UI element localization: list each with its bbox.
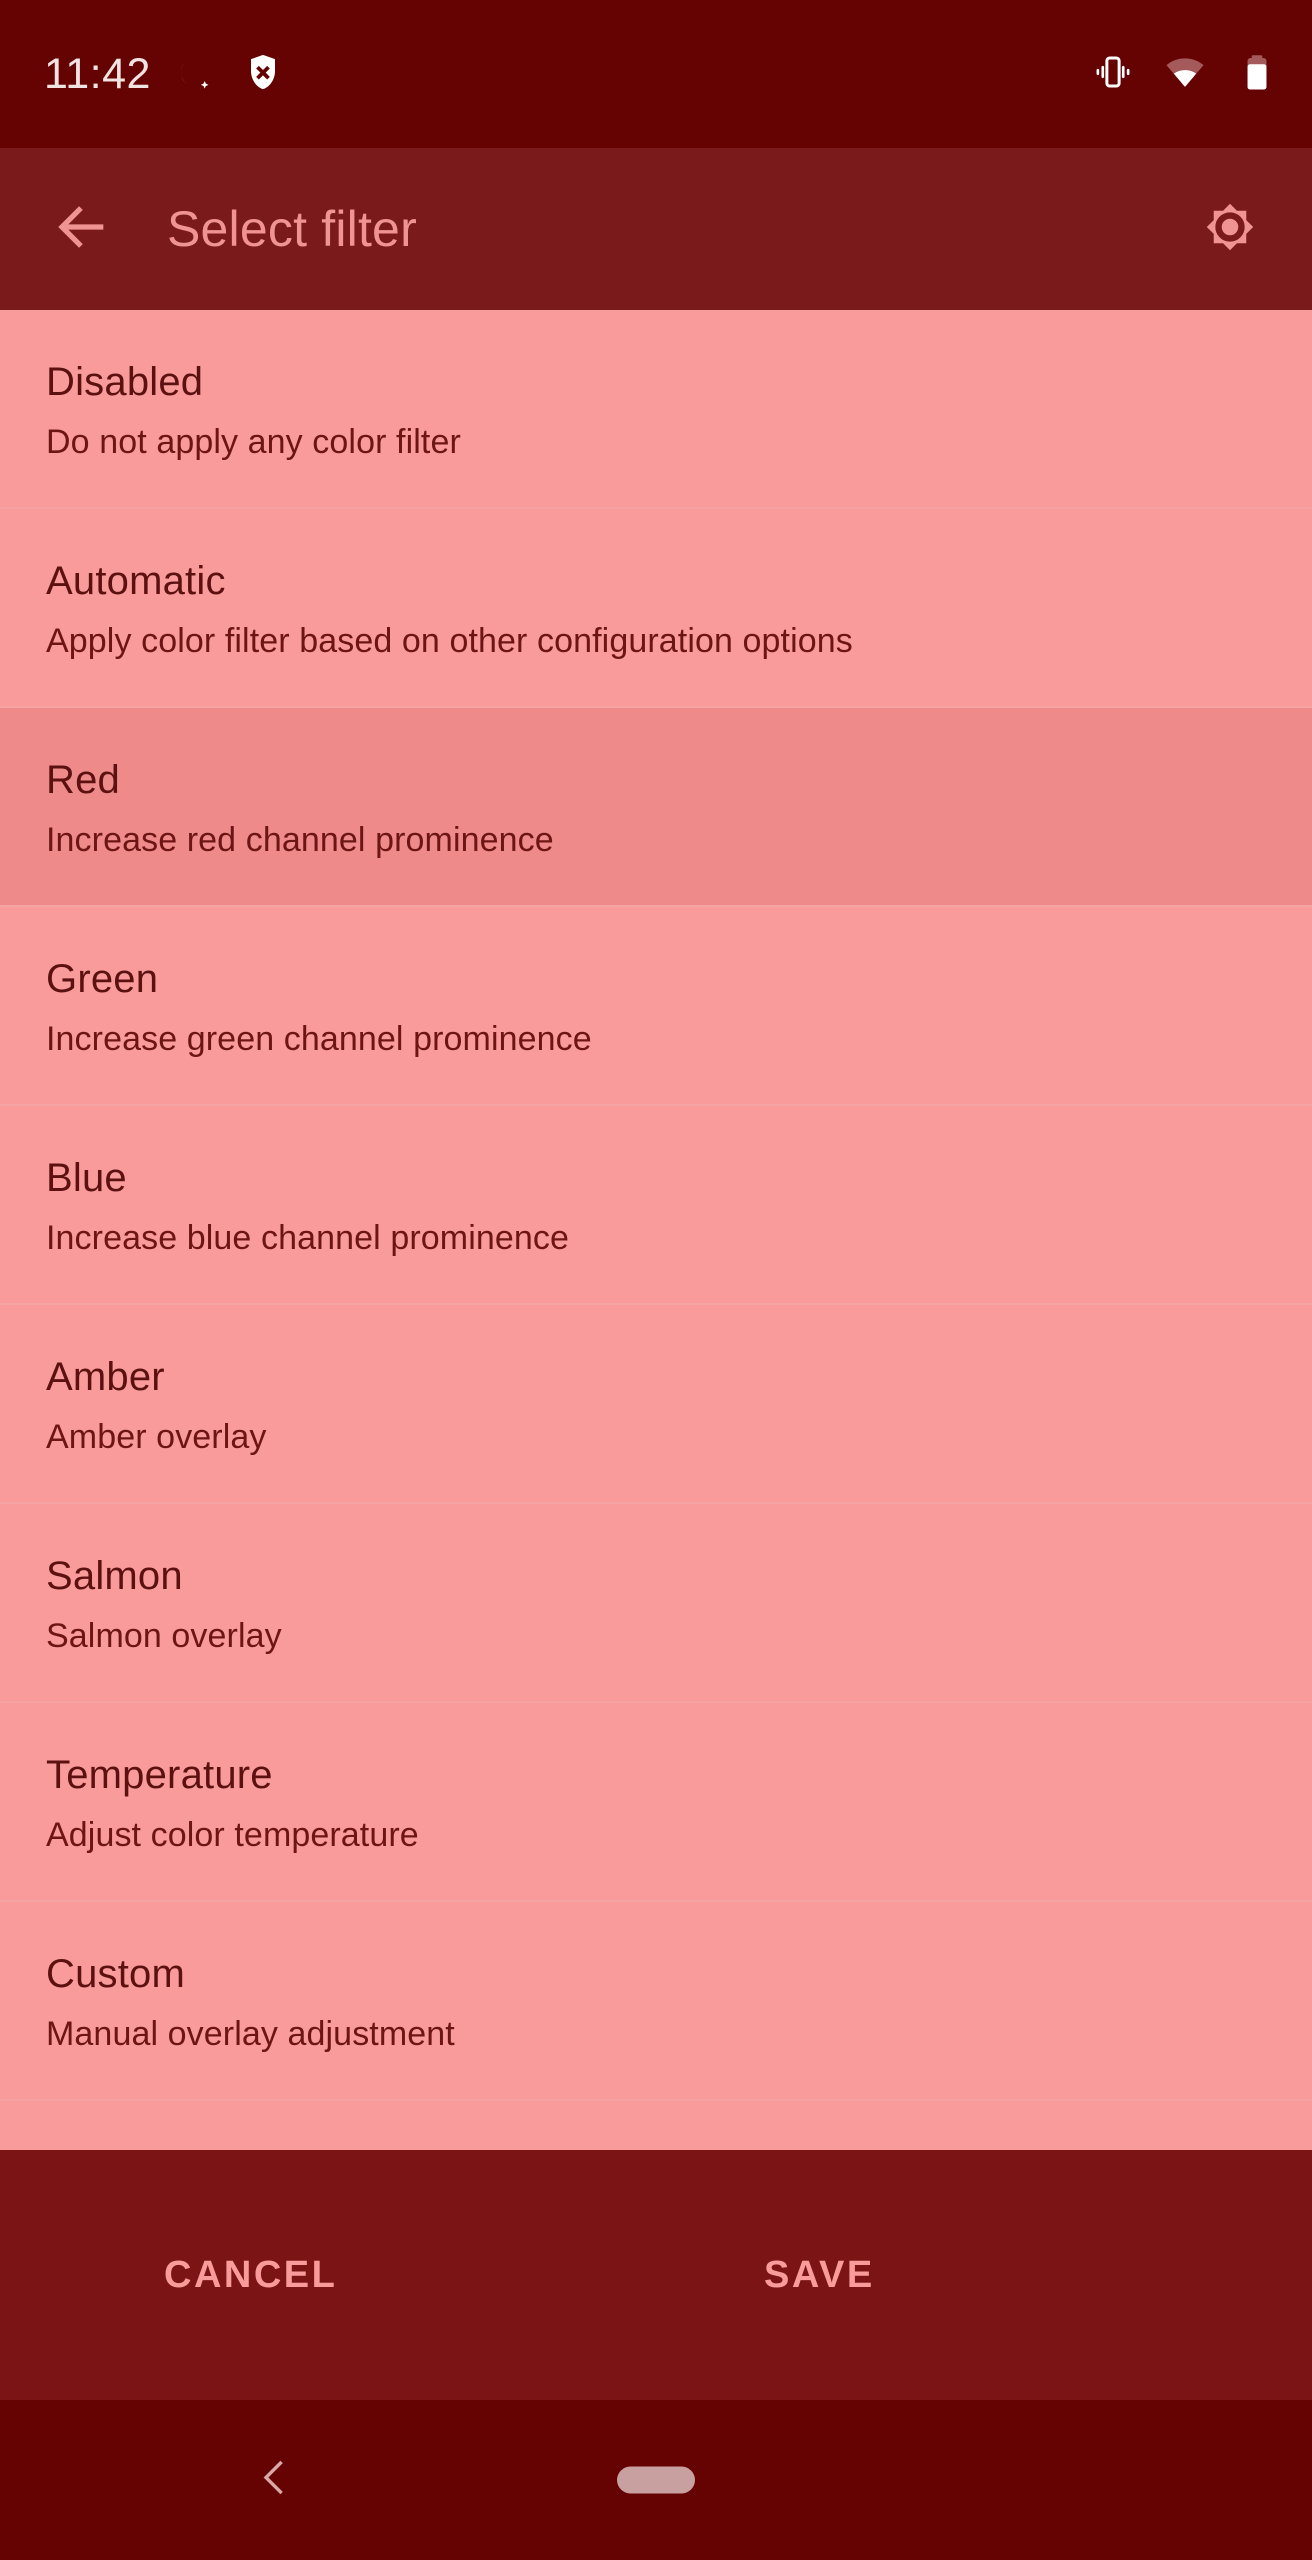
- filter-option-subtitle: Increase blue channel prominence: [46, 1219, 569, 1257]
- home-pill-indicator[interactable]: [617, 2466, 695, 2494]
- arrow-left-icon: [50, 195, 114, 264]
- filter-option-subtitle: Increase red channel prominence: [46, 821, 554, 859]
- filter-option-title: Automatic: [46, 559, 226, 603]
- back-button[interactable]: [44, 191, 120, 267]
- filter-option-salmon[interactable]: Salmon Salmon overlay: [0, 1504, 1312, 1703]
- status-bar-left: 11:42: [44, 52, 283, 97]
- filter-option-subtitle: Increase green channel prominence: [46, 1020, 592, 1058]
- filter-options-list[interactable]: Disabled Do not apply any color filter A…: [0, 310, 1312, 2150]
- page-title: Select filter: [167, 201, 417, 257]
- battery-icon: [1236, 51, 1278, 98]
- save-button[interactable]: SAVE: [656, 2254, 1312, 2297]
- filter-option-title: Green: [46, 957, 159, 1001]
- brightness-icon: [1198, 195, 1262, 264]
- filter-option-subtitle: Salmon overlay: [46, 1617, 282, 1655]
- filter-option-title: Red: [46, 758, 120, 802]
- filter-option-title: Temperature: [46, 1753, 273, 1797]
- filter-option-title: Blue: [46, 1156, 127, 1200]
- filter-option-automatic[interactable]: Automatic Apply color filter based on ot…: [0, 509, 1312, 708]
- status-bar-right: [1092, 51, 1278, 98]
- filter-option-green[interactable]: Green Increase green channel prominence: [0, 907, 1312, 1106]
- phone-screen: 11:42 Select filter Disabled Do not appl…: [0, 0, 1312, 2560]
- filter-option-red[interactable]: Red Increase red channel prominence: [0, 708, 1312, 907]
- dialog-action-bar: CANCEL SAVE: [0, 2150, 1312, 2400]
- filter-option-title: Salmon: [46, 1554, 183, 1598]
- filter-option-title: Custom: [46, 1952, 186, 1996]
- filter-option-title: Disabled: [46, 360, 204, 404]
- cancel-button[interactable]: CANCEL: [0, 2254, 656, 2297]
- filter-option-subtitle: Do not apply any color filter: [46, 423, 461, 461]
- filter-option-blue[interactable]: Blue Increase blue channel prominence: [0, 1106, 1312, 1305]
- wifi-icon: [1164, 51, 1206, 98]
- list-trailing-space: [0, 2101, 1312, 2150]
- filter-option-temperature[interactable]: Temperature Adjust color temperature: [0, 1703, 1312, 1902]
- do-not-disturb-moon-icon: [177, 52, 217, 97]
- filter-option-disabled[interactable]: Disabled Do not apply any color filter: [0, 310, 1312, 509]
- nav-back-button[interactable]: [250, 2454, 298, 2507]
- filter-option-subtitle: Amber overlay: [46, 1418, 267, 1456]
- filter-option-amber[interactable]: Amber Amber overlay: [0, 1305, 1312, 1504]
- chevron-left-icon: [250, 2460, 298, 2506]
- app-bar: Select filter: [0, 148, 1312, 310]
- filter-option-subtitle: Adjust color temperature: [46, 1816, 419, 1854]
- filter-option-subtitle: Apply color filter based on other config…: [46, 622, 853, 660]
- filter-option-custom[interactable]: Custom Manual overlay adjustment: [0, 1902, 1312, 2101]
- vibrate-icon: [1092, 51, 1134, 98]
- status-bar-clock: 11:42: [44, 49, 151, 98]
- filter-option-title: Amber: [46, 1355, 165, 1399]
- system-navigation-bar: [0, 2400, 1312, 2560]
- filter-option-subtitle: Manual overlay adjustment: [46, 2015, 455, 2053]
- shield-x-icon: [243, 52, 283, 97]
- status-bar: 11:42: [0, 0, 1312, 148]
- brightness-button[interactable]: [1192, 191, 1268, 267]
